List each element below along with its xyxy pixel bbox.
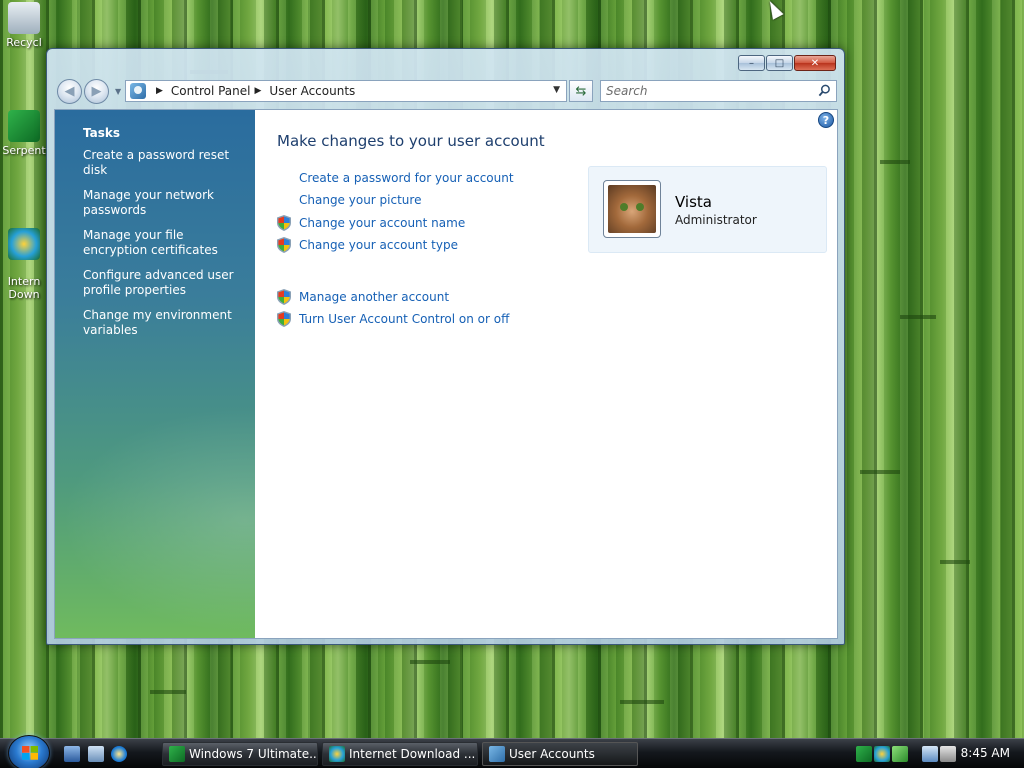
breadcrumb-control-panel[interactable]: Control Panel bbox=[171, 84, 251, 98]
task-change-account-type[interactable]: Change your account type bbox=[277, 236, 458, 254]
taskbar-button-label: User Accounts bbox=[509, 747, 595, 761]
page-title: Make changes to your user account bbox=[277, 132, 545, 150]
internet-download-icon bbox=[8, 228, 40, 260]
sidebar-link-encryption-certificates[interactable]: Manage your file encryption certificates bbox=[83, 228, 243, 258]
account-type: Administrator bbox=[675, 213, 757, 227]
network-icon[interactable] bbox=[922, 746, 938, 762]
serpent-icon bbox=[8, 110, 40, 142]
taskbar: Windows 7 Ultimate... Internet Download … bbox=[0, 735, 1024, 768]
cat-picture-icon bbox=[608, 185, 656, 233]
address-bar[interactable]: ▶ Control Panel ▶ User Accounts ▼ bbox=[125, 80, 567, 102]
desktop-icon-label: Intern Down bbox=[7, 275, 41, 301]
close-button[interactable]: ✕ bbox=[794, 55, 836, 71]
help-button[interactable]: ? bbox=[818, 112, 834, 128]
download-tray-icon[interactable] bbox=[874, 746, 890, 762]
internet-explorer-icon[interactable] bbox=[111, 746, 127, 762]
task-link[interactable]: Change your account type bbox=[299, 238, 458, 252]
refresh-button[interactable]: ⇆ bbox=[569, 80, 593, 102]
account-name: Vista bbox=[675, 193, 712, 211]
address-dropdown-icon[interactable]: ▼ bbox=[553, 85, 560, 95]
task-toggle-uac[interactable]: Turn User Account Control on or off bbox=[277, 310, 509, 328]
task-link[interactable]: Turn User Account Control on or off bbox=[299, 312, 509, 326]
sidebar-link-password-reset-disk[interactable]: Create a password reset disk bbox=[83, 148, 243, 178]
breadcrumb-separator[interactable]: ▶ bbox=[156, 86, 163, 96]
uac-shield-icon bbox=[277, 311, 291, 327]
volume-muted-icon[interactable] bbox=[940, 746, 956, 762]
control-panel-icon bbox=[130, 83, 146, 99]
internet-download-icon bbox=[329, 746, 345, 762]
navigation-bar: ◀ ▶ ▼ ▶ Control Panel ▶ User Accounts ▼ … bbox=[55, 79, 837, 105]
desktop-icon-label: Serpent bbox=[2, 144, 46, 157]
task-link[interactable]: Create a password for your account bbox=[299, 171, 514, 185]
taskbar-button-internet-download[interactable]: Internet Download ... bbox=[322, 742, 478, 766]
search-icon[interactable] bbox=[818, 84, 831, 97]
back-button[interactable]: ◀ bbox=[57, 79, 82, 104]
start-button[interactable] bbox=[8, 735, 50, 768]
user-accounts-window: – □ ✕ ◀ ▶ ▼ ▶ Control Panel ▶ User Accou… bbox=[46, 48, 845, 645]
breadcrumb-separator[interactable]: ▶ bbox=[255, 86, 262, 96]
minimize-button[interactable]: – bbox=[738, 55, 765, 71]
uac-shield-icon bbox=[277, 237, 291, 253]
taskbar-button-label: Windows 7 Ultimate... bbox=[189, 747, 318, 761]
switch-windows-icon[interactable] bbox=[88, 746, 104, 762]
taskbar-button-windows7[interactable]: Windows 7 Ultimate... bbox=[162, 742, 318, 766]
serpent-tray-icon[interactable] bbox=[856, 746, 872, 762]
search-box[interactable] bbox=[600, 80, 837, 102]
update-tray-icon[interactable] bbox=[892, 746, 908, 762]
task-link[interactable]: Change your picture bbox=[299, 193, 421, 207]
serpent-icon bbox=[169, 746, 185, 762]
sidebar-link-environment-variables[interactable]: Change my environment variables bbox=[83, 308, 243, 338]
uac-shield-icon bbox=[277, 215, 291, 231]
sidebar-link-network-passwords[interactable]: Manage your network passwords bbox=[83, 188, 243, 218]
sidebar-link-advanced-profile[interactable]: Configure advanced user profile properti… bbox=[83, 268, 243, 298]
recycle-bin-icon bbox=[8, 2, 40, 34]
notification-area bbox=[856, 743, 912, 765]
task-change-picture[interactable]: Change your picture bbox=[277, 191, 421, 209]
serpent-desktop-icon[interactable]: Serpent bbox=[2, 110, 46, 157]
clock[interactable]: 8:45 AM bbox=[961, 746, 1010, 760]
task-link[interactable]: Manage another account bbox=[299, 290, 449, 304]
taskbar-button-user-accounts[interactable]: User Accounts bbox=[482, 742, 638, 766]
task-link[interactable]: Change your account name bbox=[299, 216, 465, 230]
internet-download-desktop-icon[interactable]: Intern Down bbox=[2, 215, 46, 301]
show-desktop-icon[interactable] bbox=[64, 746, 80, 762]
taskbar-button-label: Internet Download ... bbox=[349, 747, 476, 761]
search-input[interactable] bbox=[606, 84, 806, 98]
tasks-sidebar: Tasks Create a password reset disk Manag… bbox=[55, 110, 255, 638]
window-content: Tasks Create a password reset disk Manag… bbox=[54, 109, 838, 639]
task-change-account-name[interactable]: Change your account name bbox=[277, 214, 465, 232]
refresh-icon: ⇆ bbox=[575, 83, 587, 99]
sidebar-heading: Tasks bbox=[83, 126, 121, 140]
user-accounts-icon bbox=[489, 746, 505, 762]
task-manage-another-account[interactable]: Manage another account bbox=[277, 288, 449, 306]
breadcrumb-user-accounts[interactable]: User Accounts bbox=[269, 84, 355, 98]
task-create-password[interactable]: Create a password for your account bbox=[277, 169, 514, 187]
uac-shield-icon bbox=[277, 289, 291, 305]
account-card: Vista Administrator bbox=[588, 166, 827, 253]
avatar bbox=[603, 180, 661, 238]
desktop-icon-label: Recycl bbox=[6, 36, 42, 49]
maximize-button[interactable]: □ bbox=[766, 55, 793, 71]
recycle-bin-desktop-icon[interactable]: Recycl bbox=[2, 2, 46, 49]
help-icon: ? bbox=[822, 113, 830, 127]
main-panel: ? Make changes to your user account Crea… bbox=[255, 110, 837, 638]
forward-button[interactable]: ▶ bbox=[84, 79, 109, 104]
window-controls: – □ ✕ bbox=[738, 55, 836, 71]
recent-pages-dropdown[interactable]: ▼ bbox=[115, 87, 121, 96]
